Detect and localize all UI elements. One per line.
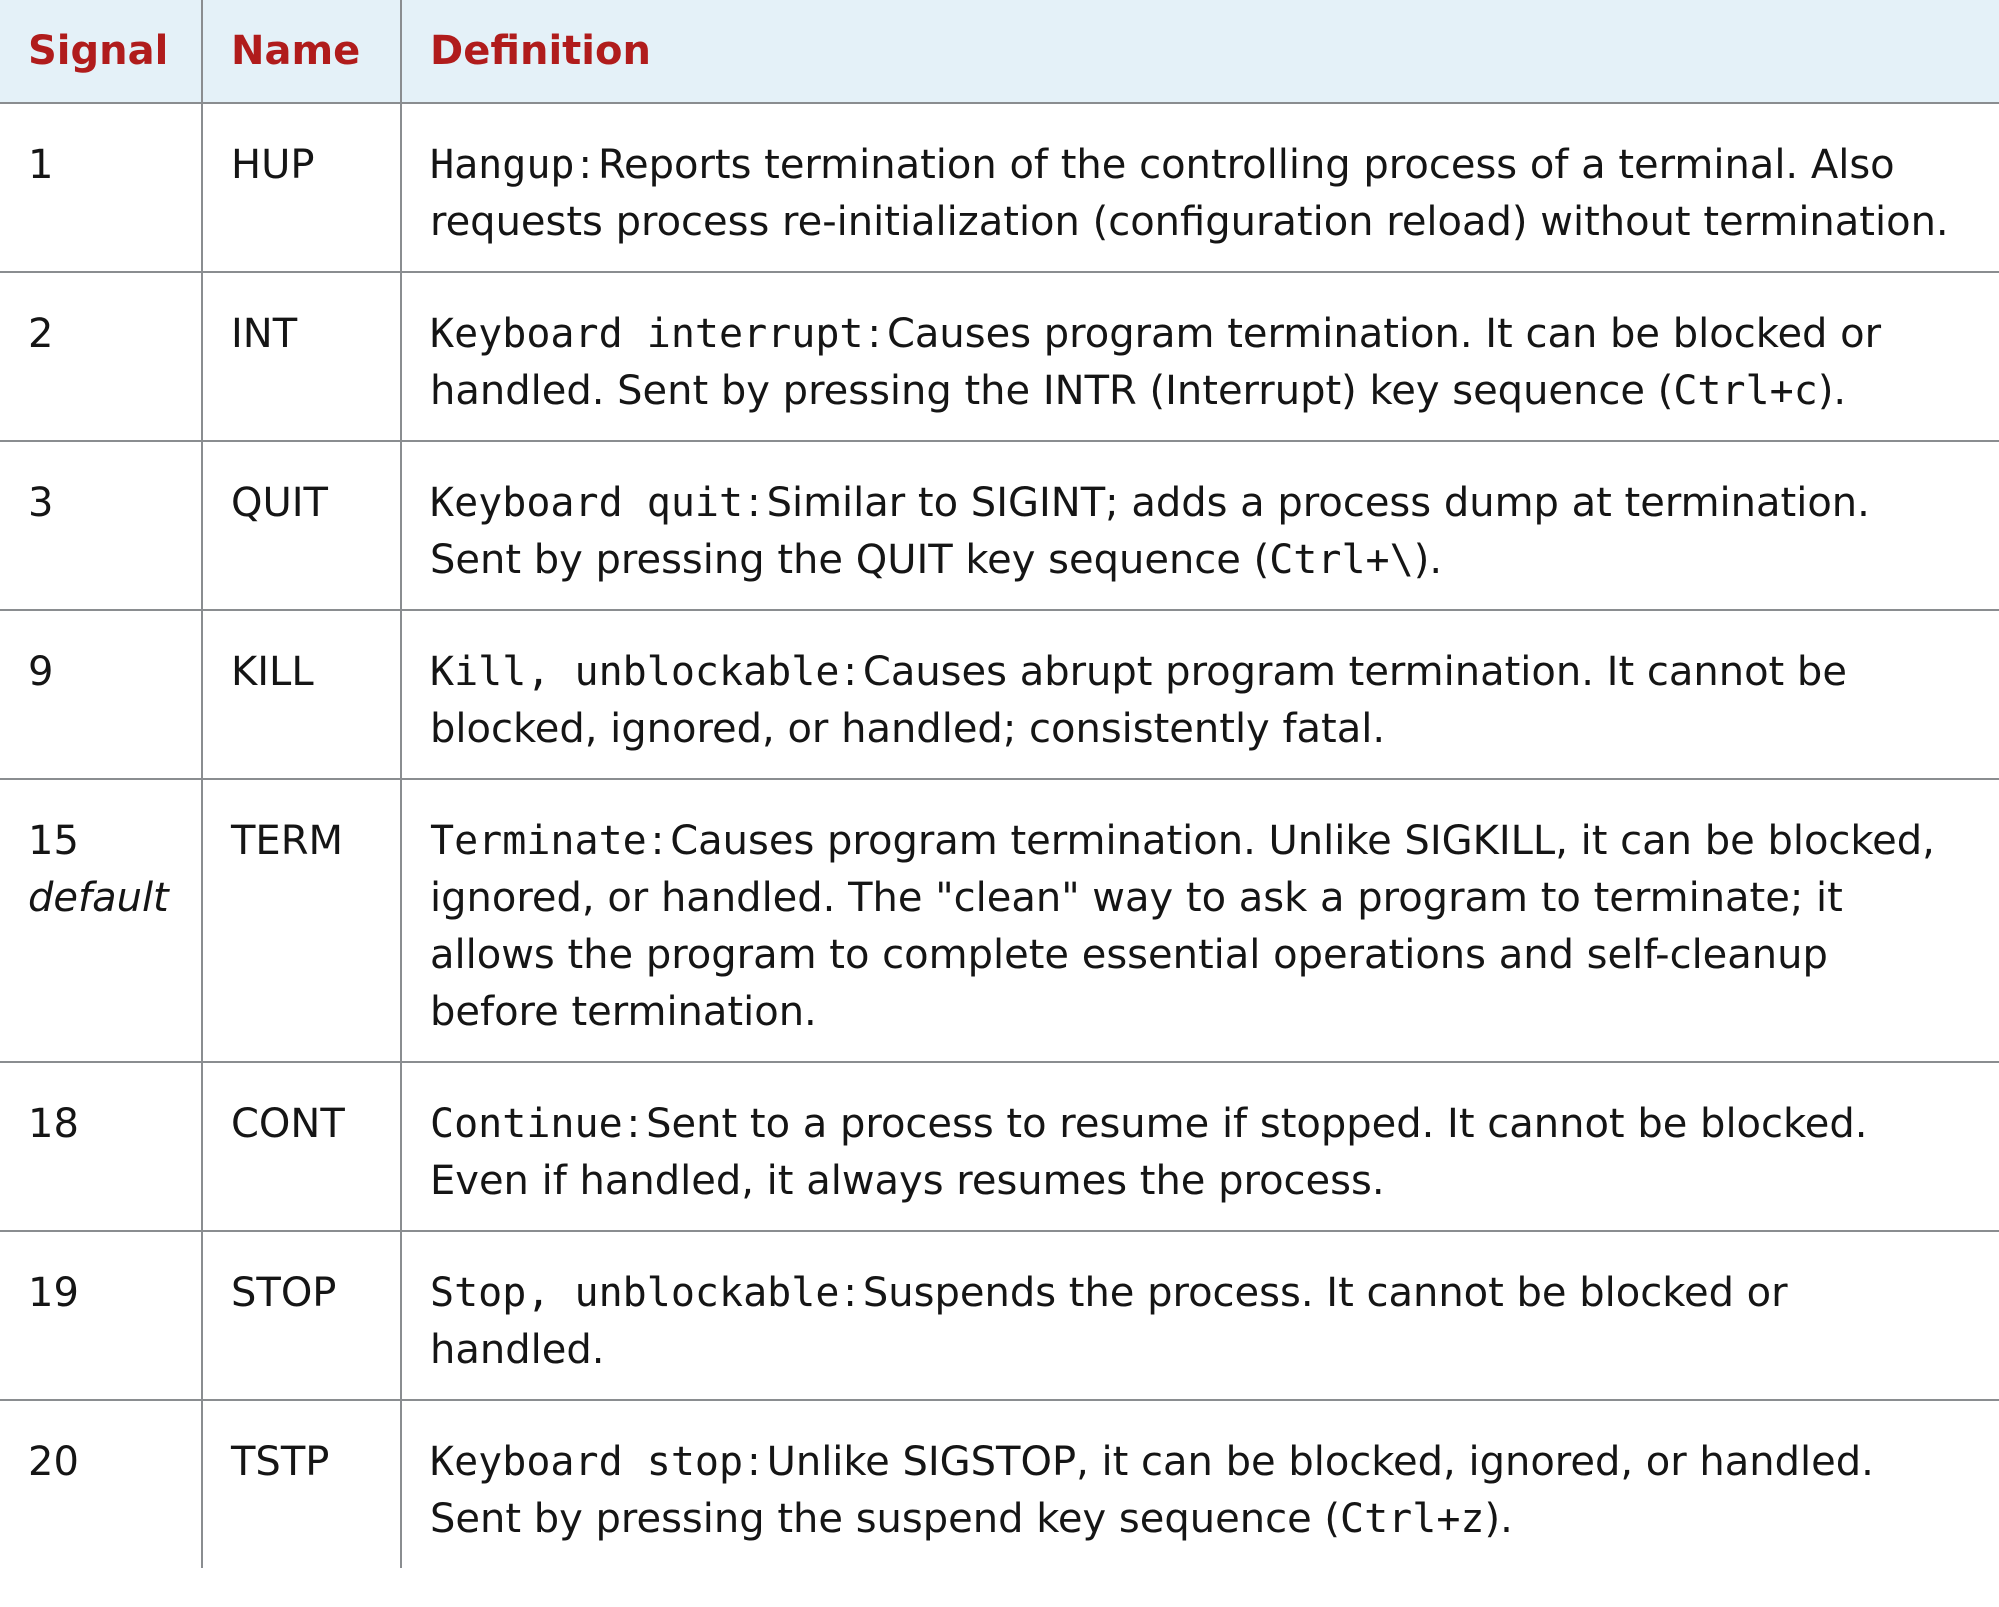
table-row-stop: 19 STOP Stop, unblockable: Suspends the p… — [0, 1230, 1999, 1401]
signal-cell: 20 — [0, 1399, 203, 1568]
term-separator: : — [867, 311, 881, 357]
table-row-tstp: 20 TSTP Keyboard stop: Unlike SIGSTOP, it… — [0, 1399, 1999, 1568]
definition-cell: Keyboard interrupt: Causes program termin… — [400, 271, 1999, 442]
table-header: Signal Name Definition — [0, 0, 1999, 104]
column-header-name: Name — [201, 0, 402, 104]
signal-cell: 19 — [0, 1230, 203, 1401]
name-cell: TERM — [201, 778, 402, 1063]
signal-cell: 2 — [0, 271, 203, 442]
term-separator: : — [843, 649, 857, 695]
name-cell: HUP — [201, 102, 402, 273]
definition-close: ). — [1413, 537, 1443, 583]
name-cell: QUIT — [201, 440, 402, 611]
name-cell: INT — [201, 271, 402, 442]
table-row-quit: 3 QUIT Keyboard quit: Similar to SIGINT; … — [0, 440, 1999, 611]
signal-number: 20 — [28, 1439, 79, 1485]
signal-term: Continue — [430, 1101, 623, 1147]
key-sequence: Ctrl+z — [1340, 1496, 1485, 1542]
signal-term: Hangup — [430, 142, 575, 188]
definition-cell: Hangup: Reports termination of the contro… — [400, 102, 1999, 273]
table-row-hup: 1 HUP Hangup: Reports termination of the … — [0, 102, 1999, 273]
definition-cell: Keyboard stop: Unlike SIGSTOP, it can be … — [400, 1399, 1999, 1568]
signal-term: Kill, unblockable — [430, 649, 840, 695]
signal-term: Keyboard stop — [430, 1439, 744, 1485]
name-cell: CONT — [201, 1061, 402, 1232]
definition-close: ). — [1817, 368, 1847, 414]
table-row-int: 2 INT Keyboard interrupt: Causes program … — [0, 271, 1999, 442]
term-separator: : — [747, 480, 761, 526]
table-row-cont: 18 CONT Continue: Sent to a process to re… — [0, 1061, 1999, 1232]
column-header-definition: Definition — [400, 0, 1999, 104]
signal-cell: 1 — [0, 102, 203, 273]
signal-number: 18 — [28, 1101, 79, 1147]
definition-close: ). — [1484, 1496, 1513, 1542]
definition-text: Reports termination of the controlling p… — [430, 142, 1949, 245]
signals-table: Signal Name Definition 1 HUP Hangup: Repo… — [0, 0, 1999, 1568]
definition-cell: Keyboard quit: Similar to SIGINT; adds a … — [400, 440, 1999, 611]
term-separator: : — [650, 818, 665, 864]
signal-term: Stop, unblockable — [430, 1270, 840, 1316]
definition-cell: Stop, unblockable: Suspends the process. … — [400, 1230, 1999, 1401]
definition-cell: Terminate: Causes program termination. Un… — [400, 778, 1999, 1063]
signal-number: 9 — [28, 649, 54, 695]
term-separator: : — [578, 142, 592, 188]
signal-term: Terminate — [430, 818, 647, 864]
column-header-signal: Signal — [0, 0, 203, 104]
signal-cell: 15 default — [0, 778, 203, 1063]
key-sequence: Ctrl+\ — [1269, 537, 1414, 583]
signal-number: 2 — [28, 311, 54, 357]
name-cell: STOP — [201, 1230, 402, 1401]
name-cell: TSTP — [201, 1399, 402, 1568]
definition-cell: Continue: Sent to a process to resume if … — [400, 1061, 1999, 1232]
signal-number: 15 — [28, 818, 79, 864]
definition-text: Sent to a process to resume if stopped. … — [430, 1101, 1868, 1204]
definition-cell: Kill, unblockable: Causes abrupt program … — [400, 609, 1999, 780]
signal-default-note: default — [28, 875, 169, 921]
signal-number: 1 — [28, 142, 54, 188]
header-row: Signal Name Definition — [0, 0, 1999, 104]
name-cell: KILL — [201, 609, 402, 780]
signal-cell: 18 — [0, 1061, 203, 1232]
term-separator: : — [626, 1101, 641, 1147]
signal-number: 3 — [28, 480, 54, 526]
signal-cell: 3 — [0, 440, 203, 611]
term-separator: : — [747, 1439, 761, 1485]
signal-number: 19 — [28, 1270, 79, 1316]
table-row-kill: 9 KILL Kill, unblockable: Causes abrupt p… — [0, 609, 1999, 780]
signal-cell: 9 — [0, 609, 203, 780]
signal-term: Keyboard interrupt — [430, 311, 864, 357]
table-row-term: 15 default TERM Terminate: Causes program … — [0, 778, 1999, 1063]
term-separator: : — [843, 1270, 857, 1316]
table-body: 1 HUP Hangup: Reports termination of the … — [0, 102, 1999, 1568]
signal-term: Keyboard quit — [430, 480, 744, 526]
key-sequence: Ctrl+c — [1673, 368, 1818, 414]
